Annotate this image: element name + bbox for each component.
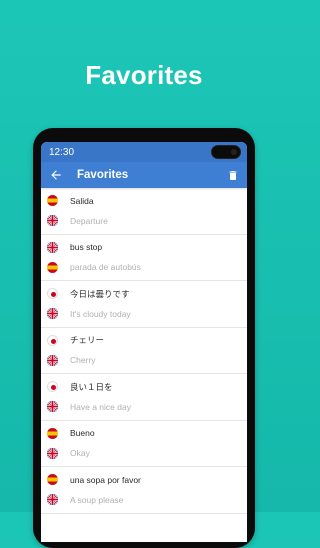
translation-text: Have a nice day [70,401,131,412]
source-line: チェリー [47,330,247,350]
list-item[interactable]: Bueno Okay [41,421,247,467]
flag-uk-icon [47,401,58,413]
translation-text: parada de autobús [70,262,141,273]
app-bar-title: Favorites [77,169,129,181]
flag-uk-icon [47,215,58,227]
source-line: bus stop [47,237,247,257]
translation-line: It's cloudy today [47,304,247,324]
flag-jp-icon [47,334,58,346]
flag-uk-icon [47,241,58,253]
translation-line: Cherry [47,350,247,370]
source-line: Bueno [47,423,247,443]
source-text: 良い１日を [70,381,113,392]
arrow-left-icon[interactable] [49,168,63,182]
source-text: Salida [70,195,94,206]
translation-text: A soup please [70,494,124,505]
flag-uk-icon [47,494,58,506]
translation-text: Okay [70,448,90,459]
flag-uk-icon [47,308,58,320]
list-item[interactable]: bus stop parada de autobús [41,235,247,281]
trash-icon[interactable] [227,169,239,182]
flag-uk-icon [47,354,58,366]
translation-text: It's cloudy today [70,308,131,319]
flag-jp-icon [47,381,58,393]
status-bar: 12:30 [41,142,247,162]
source-text: Bueno [70,428,95,439]
translation-line: parada de autobús [47,257,247,277]
flag-uk-icon [47,447,58,459]
translation-line: Have a nice day [47,397,247,417]
source-line: 今日は曇りです [47,284,247,304]
source-text: una sopa por favor [70,474,141,485]
headline: Favorites [85,60,203,90]
flag-es-icon [47,261,58,273]
translation-line: A soup please [47,490,247,510]
flag-es-icon [47,427,58,439]
translation-line: Departure [47,211,247,231]
list-item[interactable]: 良い１日を Have a nice day [41,374,247,421]
flag-es-icon [47,195,58,207]
source-line: 良い１日を [47,377,247,397]
favorites-list: Salida Departure bus stop parada de autobús… [41,188,247,514]
source-line: Salida [47,191,247,211]
phone-frame: 12:30 Favorites Salida Departure bus stop p… [33,128,255,548]
app-bar: Favorites [41,162,247,188]
status-time: 12:30 [49,146,75,158]
source-text: チェリー [70,335,105,346]
translation-text: Departure [70,215,108,226]
list-item[interactable]: チェリー Cherry [41,328,247,374]
camera-punch-hole [211,145,241,159]
flag-jp-icon [47,288,58,300]
translation-text: Cherry [70,355,96,366]
list-item[interactable]: Salida Departure [41,188,247,235]
source-line: una sopa por favor [47,470,247,490]
list-item[interactable]: 今日は曇りです It's cloudy today [41,281,247,328]
phone-screen: 12:30 Favorites Salida Departure bus stop p… [41,142,247,542]
list-item[interactable]: una sopa por favor A soup please [41,467,247,514]
source-text: 今日は曇りです [70,288,130,299]
translation-line: Okay [47,443,247,463]
flag-es-icon [47,474,58,486]
source-text: bus stop [70,242,103,253]
